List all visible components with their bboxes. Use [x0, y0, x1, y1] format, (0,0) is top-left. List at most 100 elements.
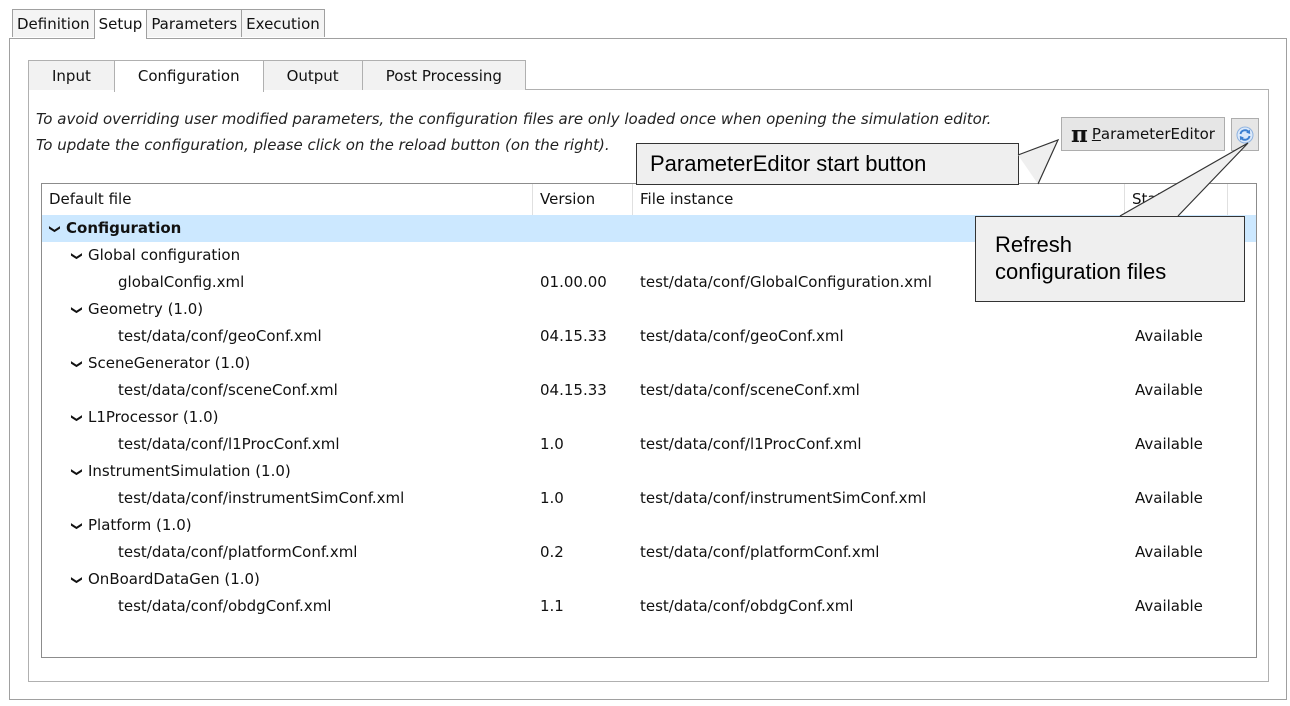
file-instance-cell: test/data/conf/platformConf.xml: [640, 539, 879, 566]
status-cell-text: Available: [1135, 489, 1203, 507]
default-file-cell-text: test/data/conf/geoConf.xml: [118, 327, 322, 345]
default-file-cell-text: test/data/conf/l1ProcConf.xml: [118, 435, 340, 453]
refresh-callout: Refresh configuration files: [975, 216, 1245, 302]
default-file-cell-text: test/data/conf/instrumentSimConf.xml: [118, 489, 405, 507]
default-file-cell: test/data/conf/geoConf.xml: [118, 323, 322, 350]
version-cell: 1.0: [540, 431, 564, 458]
tab-configuration[interactable]: Configuration: [113, 60, 264, 92]
group-label-text: OnBoardDataGen (1.0): [88, 570, 260, 588]
tree-row-group[interactable]: ❯ SceneGenerator (1.0): [42, 350, 1256, 377]
refresh-button[interactable]: [1231, 118, 1259, 151]
default-file-cell-text: globalConfig.xml: [118, 273, 245, 291]
file-instance-cell-text: test/data/conf/geoConf.xml: [640, 327, 844, 345]
tree-row-group[interactable]: ❯ OnBoardDataGen (1.0): [42, 566, 1256, 593]
column-version[interactable]: Version: [533, 184, 633, 215]
version-cell: 1.1: [540, 593, 564, 620]
file-instance-cell: test/data/conf/sceneConf.xml: [640, 377, 860, 404]
status-cell-text: Available: [1135, 381, 1203, 399]
version-cell-text: 1.0: [540, 489, 564, 507]
file-instance-cell-text: test/data/conf/platformConf.xml: [640, 543, 880, 561]
group-label-text: SceneGenerator (1.0): [88, 354, 251, 372]
status-cell: Available: [1135, 593, 1203, 620]
refresh-icon: [1236, 126, 1254, 143]
group-label-text: InstrumentSimulation (1.0): [88, 462, 291, 480]
tab-parameters[interactable]: Parameters: [146, 9, 243, 37]
file-instance-cell-text: test/data/conf/instrumentSimConf.xml: [640, 489, 927, 507]
status-cell-text: Available: [1135, 543, 1203, 561]
parameter-editor-button[interactable]: π ParameterEditor: [1061, 117, 1225, 151]
expand-chevron-icon[interactable]: ❯: [64, 468, 91, 478]
refresh-callout-line-1: Refresh: [995, 232, 1073, 257]
expand-chevron-icon[interactable]: ❯: [42, 225, 69, 235]
root-label: ❯ Configuration: [49, 215, 182, 243]
version-cell-text: 1.1: [540, 597, 564, 615]
group-label-text: Geometry (1.0): [88, 300, 204, 318]
table-row[interactable]: test/data/conf/l1ProcConf.xml 1.0 test/dat…: [42, 431, 1256, 458]
default-file-cell: globalConfig.xml: [118, 269, 244, 296]
group-label-text: L1Processor (1.0): [88, 408, 219, 426]
status-cell-text: Available: [1135, 327, 1203, 345]
tab-input[interactable]: Input: [28, 60, 115, 90]
table-header: Default file Version File instance Statu…: [42, 184, 1256, 216]
status-cell: Available: [1135, 377, 1203, 404]
tree-row-group[interactable]: ❯ Platform (1.0): [42, 512, 1256, 539]
version-cell: 01.00.00: [540, 269, 607, 296]
group-label: ❯ OnBoardDataGen (1.0): [71, 566, 260, 594]
parameter-editor-callout: ParameterEditor start button: [636, 143, 1019, 185]
inner-tab-bar: Input Configuration Output Post Processi…: [28, 60, 526, 92]
version-cell: 04.15.33: [540, 323, 607, 350]
version-cell-text: 04.15.33: [540, 327, 607, 345]
tab-post-processing[interactable]: Post Processing: [361, 60, 526, 90]
expand-chevron-icon[interactable]: ❯: [64, 360, 91, 370]
default-file-cell: test/data/conf/l1ProcConf.xml: [118, 431, 340, 458]
expand-chevron-icon[interactable]: ❯: [64, 576, 91, 586]
status-cell: Available: [1135, 485, 1203, 512]
file-instance-cell-text: test/data/conf/GlobalConfiguration.xml: [640, 273, 932, 291]
expand-chevron-icon[interactable]: ❯: [64, 414, 91, 424]
version-cell-text: 01.00.00: [540, 273, 607, 291]
parameter-editor-label: arameterEditor: [1100, 125, 1215, 143]
version-cell-text: 0.2: [540, 543, 564, 561]
column-default-file[interactable]: Default file: [42, 184, 533, 215]
outer-tab-bar: Definition Setup Parameters Execution: [12, 9, 325, 39]
expand-chevron-icon[interactable]: ❯: [64, 306, 91, 316]
default-file-cell-text: test/data/conf/obdgConf.xml: [118, 597, 332, 615]
file-instance-cell: test/data/conf/instrumentSimConf.xml: [640, 485, 926, 512]
tree-row-group[interactable]: ❯ L1Processor (1.0): [42, 404, 1256, 431]
group-label: ❯ Platform (1.0): [71, 512, 192, 540]
file-instance-cell: test/data/conf/obdgConf.xml: [640, 593, 853, 620]
table-row[interactable]: test/data/conf/geoConf.xml 04.15.33 test/d…: [42, 323, 1256, 350]
group-label-text: Global configuration: [88, 246, 241, 264]
status-cell: Available: [1135, 323, 1203, 350]
status-cell: Available: [1135, 539, 1203, 566]
table-row[interactable]: test/data/conf/obdgConf.xml 1.1 test/data/…: [42, 593, 1256, 620]
info-line-2: To update the configuration, please clic…: [36, 136, 610, 154]
default-file-cell: test/data/conf/platformConf.xml: [118, 539, 357, 566]
column-file-instance[interactable]: File instance: [633, 184, 1125, 215]
default-file-cell: test/data/conf/instrumentSimConf.xml: [118, 485, 404, 512]
group-label-text: Platform (1.0): [88, 516, 192, 534]
column-status[interactable]: Status: [1125, 184, 1228, 215]
default-file-cell-text: test/data/conf/platformConf.xml: [118, 543, 358, 561]
group-label: ❯ SceneGenerator (1.0): [71, 350, 251, 378]
table-row[interactable]: test/data/conf/platformConf.xml 0.2 test/d…: [42, 539, 1256, 566]
version-cell: 04.15.33: [540, 377, 607, 404]
default-file-cell: test/data/conf/obdgConf.xml: [118, 593, 331, 620]
default-file-cell-text: test/data/conf/sceneConf.xml: [118, 381, 338, 399]
status-cell-text: Available: [1135, 435, 1203, 453]
status-cell: Available: [1135, 431, 1203, 458]
status-cell-text: Available: [1135, 597, 1203, 615]
expand-chevron-icon[interactable]: ❯: [64, 522, 91, 532]
tree-row-group[interactable]: ❯ InstrumentSimulation (1.0): [42, 458, 1256, 485]
version-cell-text: 04.15.33: [540, 381, 607, 399]
version-cell: 0.2: [540, 539, 564, 566]
table-row[interactable]: test/data/conf/instrumentSimConf.xml 1.0 t…: [42, 485, 1256, 512]
tab-output[interactable]: Output: [262, 60, 363, 90]
tab-execution[interactable]: Execution: [241, 9, 325, 37]
version-cell-text: 1.0: [540, 435, 564, 453]
tab-definition[interactable]: Definition: [12, 9, 95, 37]
pi-icon: π: [1071, 120, 1088, 148]
table-row[interactable]: test/data/conf/sceneConf.xml 04.15.33 test…: [42, 377, 1256, 404]
tab-setup[interactable]: Setup: [93, 9, 148, 39]
expand-chevron-icon[interactable]: ❯: [64, 252, 91, 262]
